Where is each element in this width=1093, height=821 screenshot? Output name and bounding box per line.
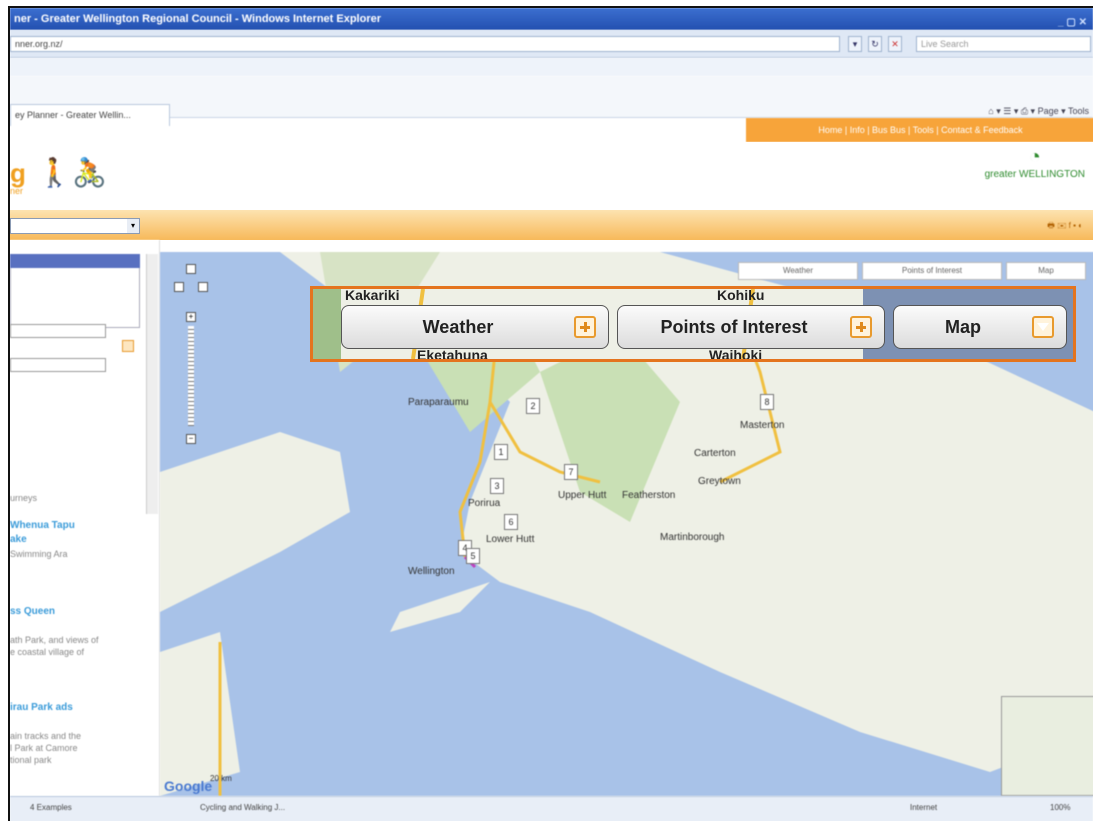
gw-logo-text: greater WELLINGTON: [984, 169, 1085, 180]
taskbar-item[interactable]: 4 Examples: [30, 803, 72, 812]
tab-weather[interactable]: Weather: [738, 262, 858, 280]
pan-right-icon[interactable]: [198, 282, 208, 292]
security-zone: Internet: [910, 803, 938, 812]
zoom-level[interactable]: 100%: [1050, 803, 1070, 812]
route-marker[interactable]: 3: [490, 478, 504, 494]
zoom-slider[interactable]: [188, 326, 194, 426]
route-link-1b[interactable]: ake: [10, 534, 27, 545]
route-link-2[interactable]: ss Queen: [10, 606, 55, 617]
zoom-out-icon[interactable]: −: [186, 434, 196, 444]
place-label: Martinborough: [660, 532, 725, 543]
map-label: Waihoki: [709, 347, 763, 362]
gw-emblem-icon: ◔: [1028, 146, 1041, 168]
taskbar-item[interactable]: Cycling and Walking J...: [200, 803, 285, 812]
tab-bar: ey Planner - Greater Wellin... ⌂ ▾ ☰ ▾ ⎙…: [10, 76, 1093, 126]
selected-list-item[interactable]: [10, 254, 140, 268]
browser-window: ner - Greater Wellington Regional Counci…: [8, 6, 1093, 821]
sidebar-scrollbar[interactable]: [146, 254, 158, 514]
place-label: Carterton: [694, 448, 736, 459]
site-header: g 🚶🚴 ner ◔ greater WELLINGTON: [10, 142, 1093, 210]
logo-letter: g: [10, 158, 26, 188]
points-of-interest-button[interactable]: Points of Interest: [617, 305, 885, 349]
plus-icon: [850, 316, 872, 338]
route-link-1[interactable]: Whenua Tapu: [10, 520, 75, 531]
route-desc-3b: l Park at Camore: [10, 743, 78, 753]
place-label: Greytown: [698, 476, 741, 487]
title-bar: ner - Greater Wellington Regional Counci…: [10, 8, 1093, 30]
route-marker[interactable]: 8: [760, 394, 774, 410]
site-logo[interactable]: g 🚶🚴: [10, 156, 107, 189]
place-label: Lower Hutt: [486, 534, 535, 545]
route-marker[interactable]: 1: [494, 444, 508, 460]
map-label: Map: [945, 316, 981, 337]
tab-map[interactable]: Map: [1006, 262, 1086, 280]
logo-subtitle: ner: [10, 186, 24, 196]
route-desc-3c: tional park: [10, 755, 52, 765]
route-marker[interactable]: 6: [504, 514, 518, 530]
site-nav[interactable]: Home | Info | Bus Bus | Tools | Contact …: [746, 118, 1093, 142]
map-button[interactable]: Map: [893, 305, 1067, 349]
pan-up-icon[interactable]: [186, 264, 196, 274]
status-bar: 4 Examples Cycling and Walking J... Inte…: [10, 796, 1093, 821]
weather-button[interactable]: Weather: [341, 305, 609, 349]
calendar-icon[interactable]: [122, 340, 134, 352]
route-desc-2a: ath Park, and views of: [10, 635, 99, 645]
list-box: [10, 268, 140, 328]
sidebar: urneys Whenua Tapu ake Swimming Ara ss Q…: [10, 240, 160, 796]
command-bar: ⌂ ▾ ☰ ▾ ⎙ ▾ Page ▾ Tools: [988, 106, 1089, 116]
feeds-icon[interactable]: ☰ ▾: [1003, 106, 1018, 116]
share-tools[interactable]: 🖶 ✉ f ▪ ◐: [1047, 220, 1083, 234]
url-field[interactable]: nner.org.nz/: [10, 36, 840, 52]
place-label: Wellington: [408, 566, 455, 577]
place-label: Masterton: [740, 420, 785, 431]
zoom-in-icon[interactable]: +: [186, 312, 196, 322]
journey-select[interactable]: ▾: [10, 218, 140, 234]
route-desc-1: Swimming Ara: [10, 549, 68, 559]
orange-toolbar: [10, 210, 1093, 240]
map-label: Eketahuna: [417, 347, 488, 362]
pan-left-icon[interactable]: [174, 282, 184, 292]
dropdown-icon[interactable]: ▾: [848, 36, 862, 52]
map-label: Kakariki: [345, 287, 400, 303]
map-label: Kohiku: [717, 287, 765, 303]
gw-logo[interactable]: ◔ greater WELLINGTON: [985, 146, 1085, 180]
chevron-down-icon: [1032, 316, 1054, 338]
route-link-3[interactable]: irau Park ads: [10, 702, 73, 713]
place-label: Paraparaumu: [408, 397, 469, 408]
place-label: Upper Hutt: [558, 490, 607, 501]
tab-points-of-interest[interactable]: Points of Interest: [862, 262, 1002, 280]
route-marker[interactable]: 7: [564, 464, 578, 480]
refresh-icon[interactable]: ↻: [868, 36, 882, 52]
plus-icon: [574, 316, 596, 338]
route-desc-2b: e coastal village of: [10, 647, 85, 657]
route-desc-3a: ain tracks and the: [10, 731, 82, 741]
browser-tab[interactable]: ey Planner - Greater Wellin...: [10, 104, 170, 126]
search-input[interactable]: Live Search: [916, 36, 1091, 52]
route-marker[interactable]: 2: [526, 398, 540, 414]
home-icon[interactable]: ⌂ ▾: [988, 106, 1000, 116]
page-menu[interactable]: Page: [1038, 106, 1059, 116]
window-title: ner - Greater Wellington Regional Counci…: [14, 13, 382, 25]
zoomed-callout: Kakariki Eketahuna Kohiku Waihoki Weathe…: [310, 286, 1076, 362]
to-field[interactable]: [10, 358, 106, 372]
address-bar: nner.org.nz/ ▾ ↻ ✕ Live Search: [10, 30, 1093, 58]
poi-label: Points of Interest: [660, 316, 808, 337]
from-field[interactable]: [10, 324, 106, 338]
weather-label: Weather: [422, 316, 494, 337]
place-label: Featherston: [622, 490, 676, 501]
google-logo[interactable]: Google: [164, 778, 212, 794]
overview-map[interactable]: [1001, 696, 1093, 796]
links-bar: [10, 58, 1093, 76]
route-marker[interactable]: 5: [466, 548, 480, 564]
walk-cycle-icon: 🚶🚴: [37, 157, 107, 188]
place-label: Porirua: [468, 498, 501, 509]
chevron-down-icon: ▾: [127, 219, 139, 233]
print-icon[interactable]: ⎙ ▾: [1021, 106, 1035, 116]
scale-bar: 20 km: [210, 774, 232, 783]
tools-menu[interactable]: Tools: [1068, 106, 1089, 116]
journeys-label: urneys: [10, 493, 38, 503]
stop-icon[interactable]: ✕: [888, 36, 902, 52]
